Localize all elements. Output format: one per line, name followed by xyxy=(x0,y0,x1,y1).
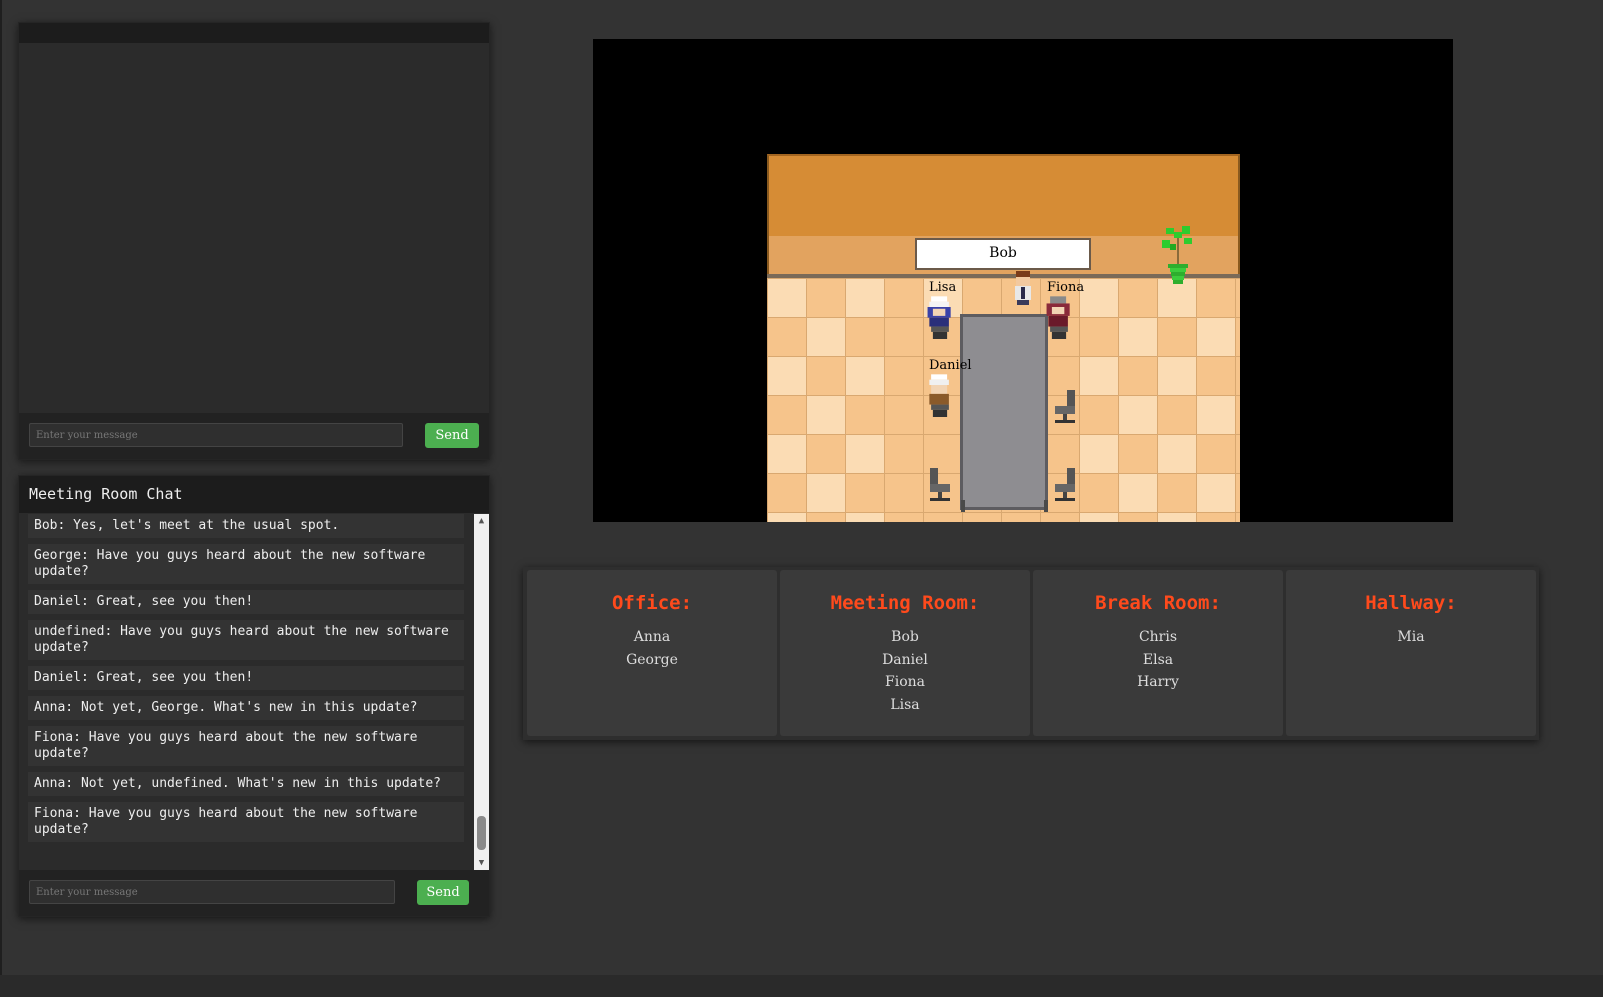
occupant-name: Elsa xyxy=(1142,651,1174,668)
meeting-chat-input-row: Enter your message Send xyxy=(19,870,489,916)
floor-tile xyxy=(1197,318,1235,356)
floor-tile xyxy=(1158,357,1196,395)
room-title: Break Room: xyxy=(1095,592,1221,614)
room-nameplate: Bob xyxy=(915,238,1091,270)
occupant-name: Chris xyxy=(1138,629,1178,645)
daniel-name-label: Daniel xyxy=(929,358,972,373)
bottom-edge xyxy=(0,975,1603,997)
room-occupants: Mia xyxy=(1286,626,1536,649)
chat-message: Daniel: Great, see you then! xyxy=(28,666,464,690)
daniel-character[interactable] xyxy=(924,372,956,422)
floor-tile xyxy=(1080,279,1118,317)
scroll-up-arrow-icon[interactable]: ▲ xyxy=(474,514,489,528)
occupant-name: Mia xyxy=(1397,629,1425,645)
floor-tile xyxy=(1119,474,1157,512)
chat-scrollbar[interactable]: ▲ ▼ xyxy=(474,514,489,870)
occupant-name: Harry xyxy=(1137,674,1179,690)
meeting-chat-panel: Meeting Room Chat Bob: Yes, let's meet a… xyxy=(18,475,490,917)
floor-tile xyxy=(1119,318,1157,356)
room-title: Office: xyxy=(611,592,693,614)
meeting-chat-title: Meeting Room Chat xyxy=(19,476,489,513)
office-chair-icon xyxy=(930,468,950,501)
chat-message: Daniel: Great, see you then! xyxy=(28,590,464,614)
floor-tile xyxy=(1080,357,1118,395)
floor-tile xyxy=(1158,513,1196,522)
room-title: Meeting Room: xyxy=(830,592,980,614)
chat-message: Bob: Yes, let's meet at the usual spot. xyxy=(28,514,464,538)
floor-tile xyxy=(846,513,884,522)
table-leg xyxy=(1044,500,1048,512)
top-chat-send-button[interactable]: Send xyxy=(425,423,479,448)
floor-tile xyxy=(768,279,806,317)
floor-tile xyxy=(846,435,884,473)
lisa-name-label: Lisa xyxy=(929,280,957,295)
occupant-name: Anna xyxy=(633,629,671,645)
occupant-name: Lisa xyxy=(890,696,920,713)
occupant-name: Daniel xyxy=(882,651,928,668)
chat-message: George: Have you guys heard about the ne… xyxy=(28,544,464,584)
floor-tile xyxy=(1119,396,1157,434)
scroll-thumb[interactable] xyxy=(477,816,486,850)
chat-message: undefined: Have you guys heard about the… xyxy=(28,620,464,660)
top-chat-header xyxy=(19,23,489,43)
floor-tile xyxy=(1080,435,1118,473)
floor-tile xyxy=(846,357,884,395)
floor-tile xyxy=(768,357,806,395)
office-chair-icon xyxy=(1055,468,1075,501)
room-card-office: Office: Anna George xyxy=(527,570,777,736)
fiona-name-label: Fiona xyxy=(1047,280,1085,295)
chat-message: Anna: Not yet, undefined. What's new in … xyxy=(28,772,464,796)
floor-tile xyxy=(1197,396,1235,434)
potted-plant-icon xyxy=(1162,226,1192,284)
meeting-chat-messages[interactable]: Bob: Yes, let's meet at the usual spot. … xyxy=(19,514,489,870)
office-chair-icon xyxy=(1055,390,1075,423)
occupant-name: Fiona xyxy=(885,674,925,690)
top-chat-input-row: Enter your message Send xyxy=(19,413,489,459)
floor-tile xyxy=(1158,435,1196,473)
meeting-chat-send-button[interactable]: Send xyxy=(417,880,469,905)
chat-message: Anna: Not yet, George. What's new in thi… xyxy=(28,696,464,720)
room-occupants: Anna George xyxy=(527,626,777,671)
floor-tile xyxy=(807,318,845,356)
meeting-chat-message-input[interactable]: Enter your message xyxy=(29,880,395,904)
floor-tile xyxy=(1080,513,1118,522)
floor-tile xyxy=(768,435,806,473)
top-chat-panel: Enter your message Send xyxy=(18,22,490,460)
floor-tile xyxy=(807,396,845,434)
message-list: Bob: Yes, let's meet at the usual spot. … xyxy=(28,514,464,848)
lisa-character[interactable] xyxy=(924,294,956,344)
floor-tile xyxy=(1197,474,1235,512)
bob-character[interactable] xyxy=(1007,269,1039,319)
table-leg xyxy=(961,500,965,512)
top-chat-messages xyxy=(19,43,489,413)
left-edge xyxy=(0,0,2,997)
floor-tile xyxy=(846,279,884,317)
room-occupants: Chris Elsa Harry xyxy=(1033,626,1283,694)
room-occupancy-panel: Office: Anna George Meeting Room: Bob Da… xyxy=(523,567,1539,740)
room-card-break-room: Break Room: Chris Elsa Harry xyxy=(1033,570,1283,736)
occupant-name: Bob xyxy=(891,629,919,645)
floor-tile xyxy=(807,474,845,512)
room-occupants: Bob Daniel Fiona Lisa xyxy=(780,626,1030,716)
chat-message: Fiona: Have you guys heard about the new… xyxy=(28,802,464,842)
scroll-down-arrow-icon[interactable]: ▼ xyxy=(474,856,489,870)
occupant-name: George xyxy=(626,651,678,668)
meeting-room-map: Bob Lisa Fiona Daniel xyxy=(767,154,1240,522)
room-card-hallway: Hallway: Mia xyxy=(1286,570,1536,736)
floor-tile xyxy=(768,513,806,522)
chat-message: Fiona: Have you guys heard about the new… xyxy=(28,726,464,766)
top-chat-message-input[interactable]: Enter your message xyxy=(29,423,403,447)
fiona-character[interactable] xyxy=(1043,294,1075,344)
room-card-meeting-room: Meeting Room: Bob Daniel Fiona Lisa xyxy=(780,570,1030,736)
game-viewport[interactable]: Bob Lisa Fiona Daniel xyxy=(593,39,1453,522)
meeting-table xyxy=(960,314,1048,510)
room-title: Hallway: xyxy=(1365,592,1457,614)
